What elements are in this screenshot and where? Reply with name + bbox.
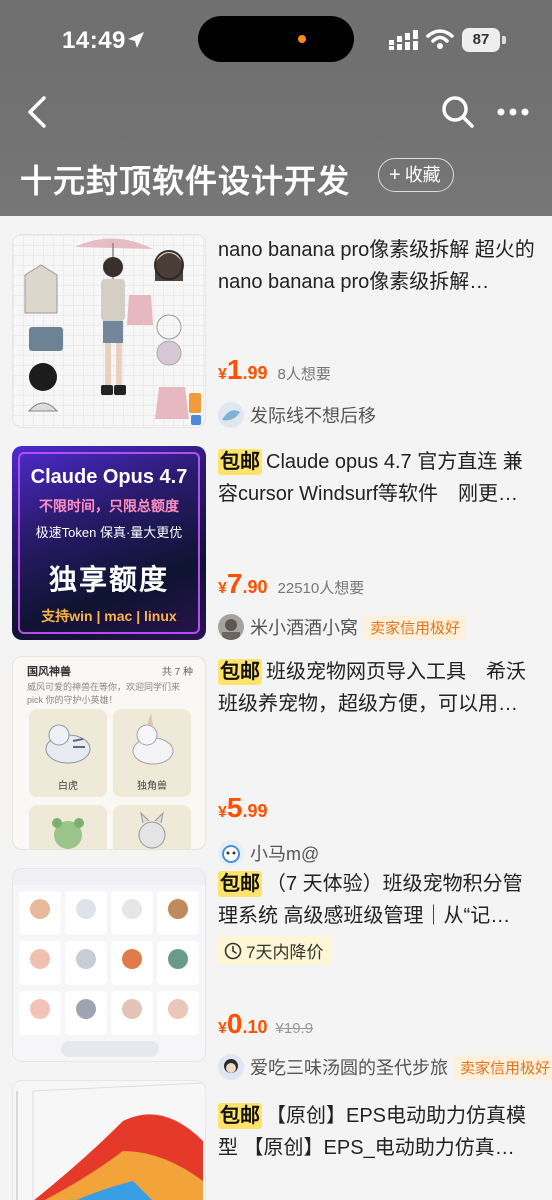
thumb-headline: Claude Opus 4.7 <box>30 466 188 488</box>
free-shipping-badge: 包邮 <box>218 659 262 685</box>
seller-avatar <box>218 402 244 428</box>
price-row: ¥1.99 8人想要 <box>218 354 331 386</box>
free-shipping-badge: 包邮 <box>218 1103 262 1129</box>
free-shipping-badge: 包邮 <box>218 449 262 475</box>
pet-card: 独角兽 <box>113 709 191 797</box>
thumb-description: 威风可爱的神兽在等你，欢迎同学们来 pick 你的守护小英雄！ <box>27 682 181 705</box>
product-price: ¥5.99 <box>218 792 268 823</box>
pet-card <box>113 805 191 849</box>
price-drop-tag: 7天内降价 <box>218 936 332 965</box>
list-item[interactable]: 包邮 【原创】EPS电动助力仿真模型 【原创】EPS_电动助力仿真… <box>0 1080 552 1200</box>
product-price: ¥0.10 <box>218 1008 268 1039</box>
product-thumbnail[interactable] <box>12 868 206 1062</box>
seller-row[interactable]: 小马m@ <box>218 840 319 866</box>
product-title[interactable]: 包邮 Claude opus 4.7 官方直连 兼容cursor Windsurf… <box>218 446 538 510</box>
battery-tip <box>502 36 506 44</box>
seller-avatar <box>218 840 244 866</box>
grey-creature-image <box>138 811 166 849</box>
status-bar: 14:49 87 <box>0 0 552 80</box>
seller-name: 小马m@ <box>250 844 320 864</box>
dynamic-island <box>198 16 354 62</box>
product-thumbnail[interactable] <box>12 234 206 428</box>
product-title[interactable]: 包邮 班级宠物网页导入工具 希沃班级养宠物，超级方便，可以用… <box>218 656 538 720</box>
free-shipping-badge: 包邮 <box>218 871 262 897</box>
wifi-icon <box>426 29 454 49</box>
pet-card: 白虎 <box>29 709 107 797</box>
product-thumbnail[interactable]: 国风神兽 共 7 种 威风可爱的神兽在等你，欢迎同学们来 pick 你的守护小英… <box>12 656 206 850</box>
clock-icon <box>224 942 242 959</box>
pet-dashboard-image <box>13 869 205 1057</box>
product-title[interactable]: 包邮 （7 天体验）班级宠物积分管理系统 高级感班级管理｜从“记… <box>218 868 538 932</box>
seller-name: 爱吃三味汤圆的圣代步旅 <box>250 1058 448 1078</box>
surface-plot-image <box>16 1082 204 1200</box>
pet-name: 白虎 <box>58 781 78 792</box>
recording-indicator-icon <box>298 35 306 43</box>
page-header: 14:49 87 十元封顶软件设计开发 + 收藏 <box>0 0 552 216</box>
list-item[interactable]: Claude Opus 4.7 不限时间，只限总额度 极速Token 保真·量大… <box>0 430 552 642</box>
thumb-footer: 支持win | mac | linux <box>41 608 177 624</box>
seller-name: 米小酒酒小窝 <box>250 618 358 638</box>
product-price: ¥7.90 <box>218 568 268 599</box>
price-drop-label: 7天内降价 <box>246 943 324 962</box>
product-title[interactable]: nano banana pro像素级拆解 超火的nano banana pro像… <box>218 234 538 298</box>
product-list: nano banana pro像素级拆解 超火的nano banana pro像… <box>0 216 552 1200</box>
thumb-line2: 极速Token 保真·量大更优 <box>35 525 183 540</box>
battery-indicator: 87 <box>462 28 506 52</box>
seller-credit-badge: 卖家信用极好 <box>364 614 467 640</box>
battery-level: 87 <box>462 28 500 52</box>
seller-row[interactable]: 爱吃三味汤圆的圣代步旅 卖家信用极好 <box>218 1054 552 1080</box>
thumb-line1: 不限时间，只限总额度 <box>39 498 179 514</box>
price-row: ¥0.10 ¥19.9 <box>218 1008 313 1040</box>
back-chevron-icon[interactable] <box>22 92 54 132</box>
plus-icon: + <box>389 163 401 186</box>
list-item[interactable]: 包邮 （7 天体验）班级宠物积分管理系统 高级感班级管理｜从“记… 7天内降价 ¥… <box>0 866 552 1080</box>
list-item[interactable]: 国风神兽 共 7 种 威风可爱的神兽在等你，欢迎同学们来 pick 你的守护小英… <box>0 642 552 866</box>
original-price: ¥19.9 <box>275 1020 314 1037</box>
product-thumbnail[interactable] <box>12 1080 206 1200</box>
cellular-signal-icon <box>389 30 418 50</box>
thumb-big-text: 独享额度 <box>48 564 169 595</box>
seller-avatar <box>218 614 244 640</box>
unicorn-image <box>132 713 174 765</box>
favorite-label: 收藏 <box>404 164 441 185</box>
add-favorite-button[interactable]: + 收藏 <box>378 158 454 192</box>
price-row: ¥5.99 <box>218 792 268 824</box>
seller-row[interactable]: 发际线不想后移 <box>218 402 376 428</box>
thumb-header: 国风神兽 <box>27 666 71 678</box>
product-title[interactable]: 包邮 【原创】EPS电动助力仿真模型 【原创】EPS_电动助力仿真… <box>218 1100 538 1164</box>
page-title: 十元封顶软件设计开发 <box>20 163 351 199</box>
pet-card <box>29 805 107 849</box>
product-price: ¥1.99 <box>218 354 268 385</box>
thumb-count: 共 7 种 <box>161 667 193 678</box>
seller-name: 发际线不想后移 <box>250 406 376 426</box>
green-creature-image <box>52 818 84 849</box>
seller-row[interactable]: 米小酒酒小窝 卖家信用极好 <box>218 614 467 640</box>
more-options-icon[interactable] <box>495 96 531 128</box>
search-icon[interactable] <box>440 94 476 130</box>
want-count: 8人想要 <box>277 366 331 383</box>
seller-credit-badge: 卖家信用极好 <box>454 1054 552 1080</box>
product-thumbnail[interactable]: Claude Opus 4.7 不限时间，只限总额度 极速Token 保真·量大… <box>12 446 206 640</box>
location-arrow-icon <box>128 32 144 48</box>
pet-name: 独角兽 <box>137 781 167 792</box>
want-count: 22510人想要 <box>277 580 365 597</box>
white-tiger-image <box>45 724 91 764</box>
seller-avatar <box>218 1054 244 1080</box>
fashion-breakdown-image <box>13 235 205 427</box>
price-row: ¥7.90 22510人想要 <box>218 568 364 600</box>
status-time: 14:49 <box>62 27 126 54</box>
list-item[interactable]: nano banana pro像素级拆解 超火的nano banana pro像… <box>0 216 552 430</box>
